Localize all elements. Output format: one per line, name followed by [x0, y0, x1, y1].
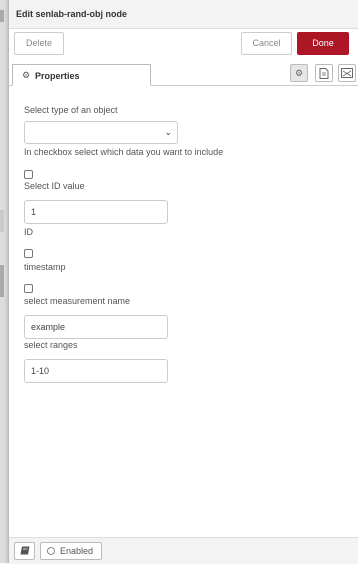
object-type-select[interactable]: ⌄ — [24, 121, 178, 144]
delete-button[interactable]: Delete — [14, 32, 64, 55]
gear-icon: ⚙ — [22, 70, 31, 80]
tray-footer: Enabled — [9, 537, 358, 564]
timestamp-label: timestamp — [24, 262, 66, 272]
cancel-button[interactable]: Cancel — [241, 32, 292, 55]
timestamp-checkbox[interactable] — [24, 249, 33, 258]
measurement-checkbox[interactable] — [24, 284, 33, 293]
tray-tabs: ⚙ Properties ⚙ — [9, 62, 358, 86]
edit-node-tray: Edit senlab-rand-obj node Delete Cancel … — [8, 0, 358, 564]
properties-form: Select type of an object ⌄ In checkbox s… — [9, 86, 358, 536]
tray-title: Edit senlab-rand-obj node — [16, 9, 128, 19]
measurement-label: select measurement name — [24, 296, 131, 306]
measurement-input[interactable]: example — [24, 315, 168, 339]
book-icon — [20, 546, 29, 555]
enabled-label: Enabled — [60, 546, 94, 556]
tab-properties-label: Properties — [35, 71, 80, 81]
description-icon — [319, 68, 329, 79]
ranges-input[interactable]: 1-10 — [24, 359, 168, 383]
appearance-icon — [341, 68, 353, 78]
workspace-marker — [0, 265, 4, 297]
enabled-toggle[interactable]: Enabled — [40, 542, 102, 560]
tray-toolbar: Delete Cancel Done — [9, 28, 358, 62]
done-button[interactable]: Done — [297, 32, 349, 55]
id-caption: ID — [24, 227, 33, 237]
tab-properties[interactable]: ⚙ Properties — [12, 64, 151, 86]
gear-icon: ⚙ — [294, 68, 304, 78]
id-checkbox[interactable] — [24, 170, 33, 179]
enabled-circle-icon — [47, 547, 55, 555]
help-button[interactable] — [14, 542, 35, 560]
id-input[interactable]: 1 — [24, 200, 168, 224]
workspace-marker — [0, 10, 4, 22]
tab-appearance[interactable] — [338, 64, 356, 82]
tab-settings[interactable]: ⚙ — [290, 64, 308, 82]
workspace-marker — [0, 210, 4, 232]
chevron-down-icon: ⌄ — [164, 127, 172, 137]
tab-description[interactable] — [315, 64, 333, 82]
checkbox-hint: In checkbox select which data you want t… — [24, 147, 224, 157]
tray-header: Edit senlab-rand-obj node — [9, 0, 358, 29]
type-label: Select type of an object — [24, 105, 118, 115]
id-checkbox-label: Select ID value — [24, 181, 85, 191]
ranges-label: select ranges — [24, 340, 78, 350]
